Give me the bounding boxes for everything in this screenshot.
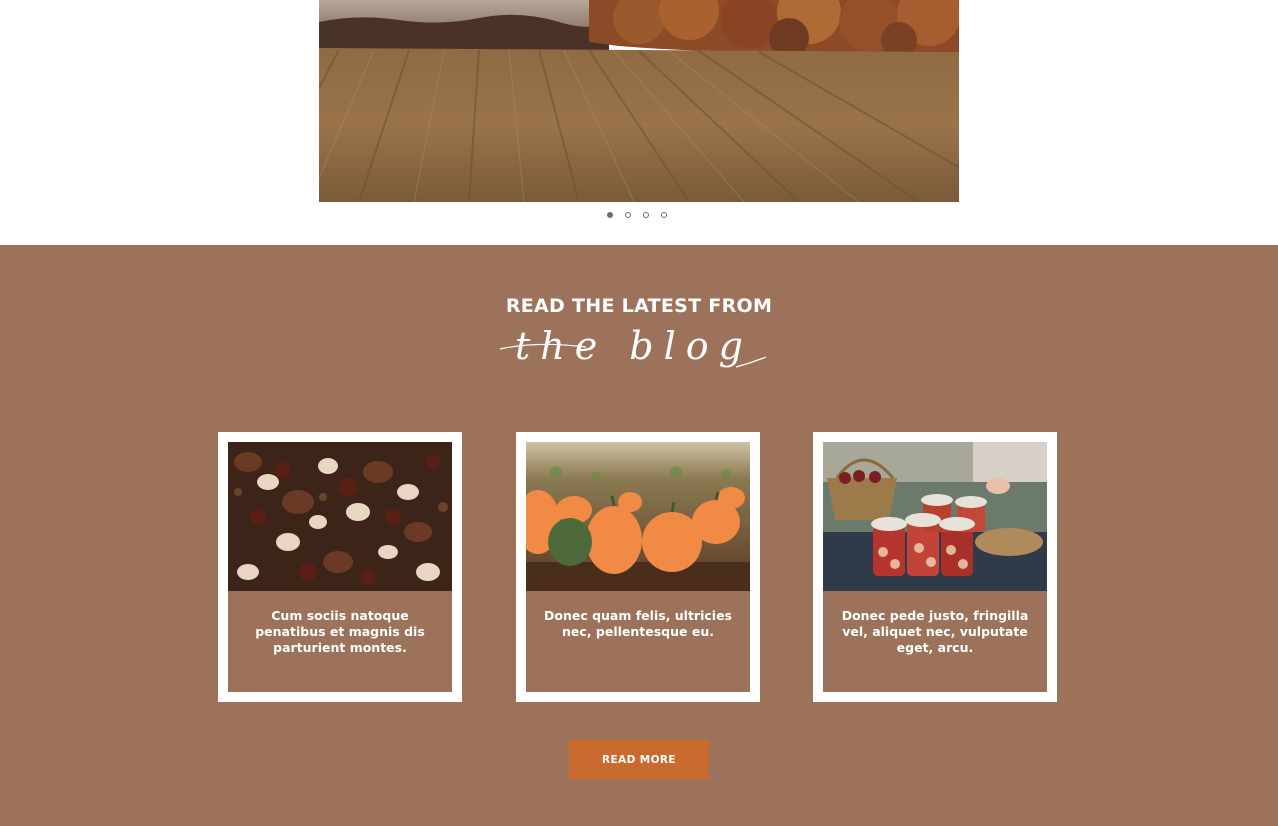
blog-card-3[interactable]: Donec pede justo, fringilla vel, aliquet… (813, 432, 1057, 702)
blog-card-title[interactable]: Cum sociis natoque penatibus et magnis d… (242, 608, 438, 656)
blog-heading: READ THE LATEST FROM (505, 295, 773, 317)
read-more-button[interactable]: READ MORE (569, 740, 709, 779)
page: READ THE LATEST FROM the blog Cum sociis… (0, 0, 1278, 826)
chestnuts-image[interactable] (228, 442, 452, 591)
slider-dot-4[interactable] (661, 212, 667, 218)
hero-slider (0, 0, 1278, 245)
blog-card-body: Donec quam felis, ultricies nec, pellent… (526, 442, 750, 692)
slider-dot-1[interactable] (607, 212, 613, 218)
slider-dots (607, 212, 667, 218)
jam-jars-image[interactable] (823, 442, 1047, 591)
blog-card-1[interactable]: Cum sociis natoque penatibus et magnis d… (218, 432, 462, 702)
blog-card-title[interactable]: Donec quam felis, ultricies nec, pellent… (540, 608, 736, 640)
blog-card-body: Cum sociis natoque penatibus et magnis d… (228, 442, 452, 692)
blog-card-title[interactable]: Donec pede justo, fringilla vel, aliquet… (837, 608, 1033, 656)
blog-card-2[interactable]: Donec quam felis, ultricies nec, pellent… (516, 432, 760, 702)
blog-card-body: Donec pede justo, fringilla vel, aliquet… (823, 442, 1047, 692)
blog-script-text: the blog (515, 324, 753, 368)
slider-dot-2[interactable] (625, 212, 631, 218)
slider-image[interactable] (319, 0, 959, 202)
blog-posts: Cum sociis natoque penatibus et magnis d… (218, 432, 1058, 702)
blog-section: READ THE LATEST FROM the blog Cum sociis… (0, 245, 1278, 826)
pumpkins-image[interactable] (526, 442, 750, 591)
slider-dot-3[interactable] (643, 212, 649, 218)
blog-script-heading: the blog (496, 323, 772, 385)
